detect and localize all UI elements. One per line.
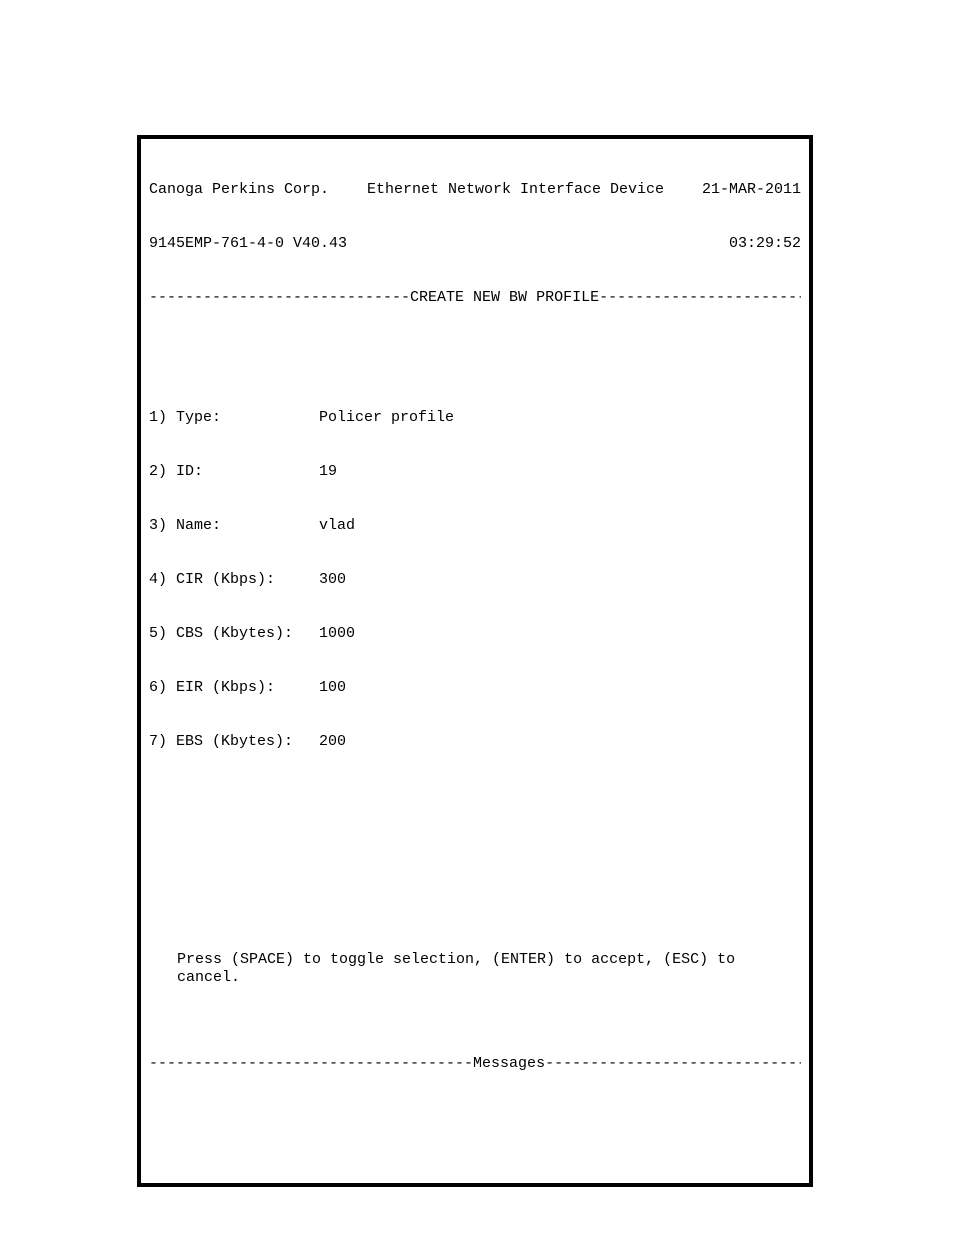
section-divider: -----------------------------CREATE NEW …	[149, 289, 801, 307]
field-value: 1000	[319, 625, 355, 642]
company-name: Canoga Perkins Corp.	[149, 181, 329, 199]
field-name[interactable]: 3) Name: vlad	[149, 517, 801, 535]
field-ebs[interactable]: 7) EBS (Kbytes): 200	[149, 733, 801, 751]
field-label: Name:	[176, 517, 221, 534]
field-value: 19	[319, 463, 337, 480]
instructions: Press (SPACE) to toggle selection, (ENTE…	[149, 951, 801, 987]
field-num: 2)	[149, 463, 167, 480]
field-cbs[interactable]: 5) CBS (Kbytes): 1000	[149, 625, 801, 643]
field-value: vlad	[319, 517, 355, 534]
messages-divider: ------------------------------------Mess…	[149, 1055, 801, 1073]
field-num: 5)	[149, 625, 167, 642]
field-value: 200	[319, 733, 346, 750]
terminal-screen[interactable]: Canoga Perkins Corp. Ethernet Network In…	[137, 135, 813, 1187]
model-version: 9145EMP-761-4-0 V40.43	[149, 235, 347, 253]
field-label: ID:	[176, 463, 203, 480]
field-num: 3)	[149, 517, 167, 534]
header-row-1: Canoga Perkins Corp. Ethernet Network In…	[149, 181, 801, 199]
field-num: 1)	[149, 409, 167, 426]
field-label: CIR (Kbps):	[176, 571, 275, 588]
header-row-2: 9145EMP-761-4-0 V40.43 03:29:52	[149, 235, 801, 253]
field-num: 4)	[149, 571, 167, 588]
time: 03:29:52	[729, 235, 801, 253]
field-label: EIR (Kbps):	[176, 679, 275, 696]
header-spacer	[347, 235, 729, 253]
field-value: Policer profile	[319, 409, 454, 426]
field-type[interactable]: 1) Type: Policer profile	[149, 409, 801, 427]
field-list: 1) Type: Policer profile 2) ID: 19 3) Name…	[149, 373, 801, 787]
field-eir[interactable]: 6) EIR (Kbps): 100	[149, 679, 801, 697]
field-value: 300	[319, 571, 346, 588]
field-value: 100	[319, 679, 346, 696]
device-title: Ethernet Network Interface Device	[329, 181, 702, 199]
field-id[interactable]: 2) ID: 19	[149, 463, 801, 481]
messages-area	[149, 1109, 801, 1151]
field-label: EBS (Kbytes):	[176, 733, 293, 750]
field-cir[interactable]: 4) CIR (Kbps): 300	[149, 571, 801, 589]
date: 21-MAR-2011	[702, 181, 801, 199]
field-num: 7)	[149, 733, 167, 750]
field-label: CBS (Kbytes):	[176, 625, 293, 642]
field-num: 6)	[149, 679, 167, 696]
field-label: Type:	[176, 409, 221, 426]
